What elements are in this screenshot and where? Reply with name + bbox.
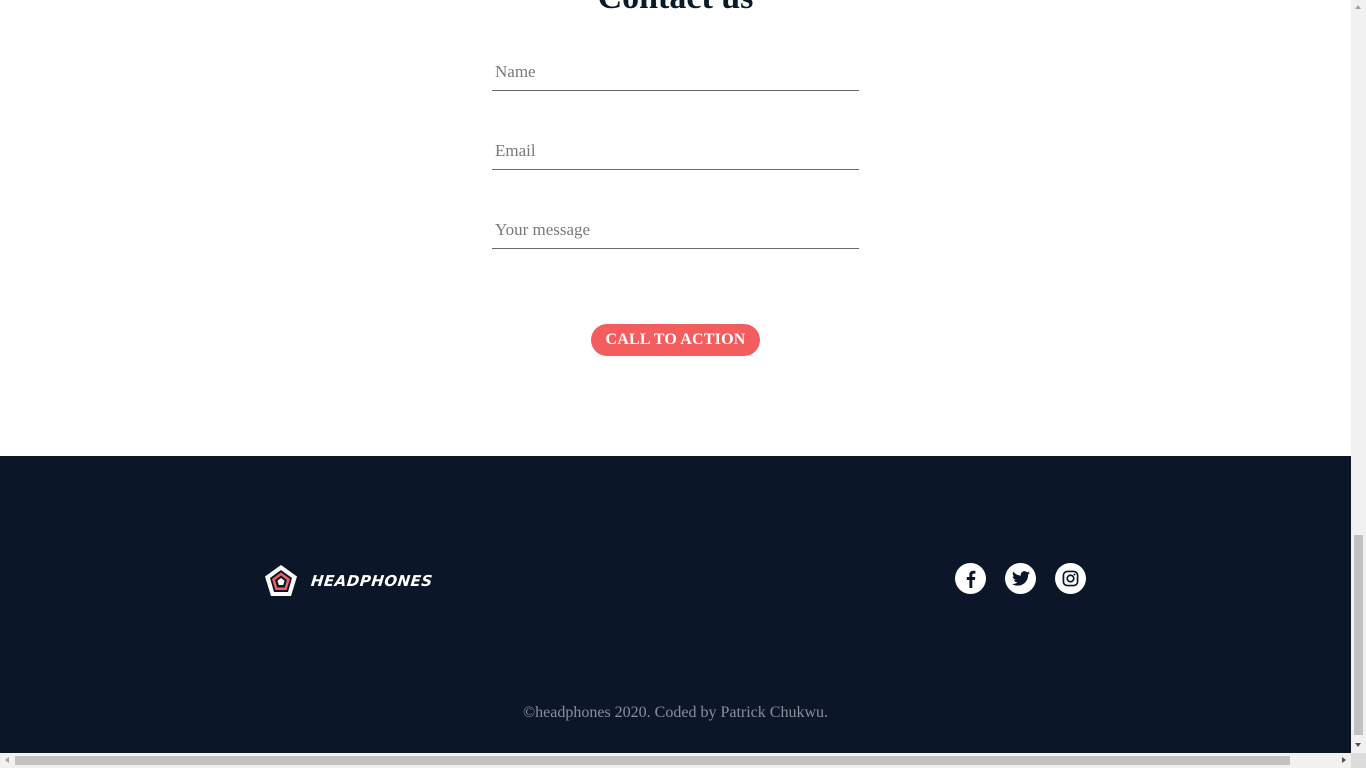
twitter-link[interactable] — [1005, 563, 1036, 594]
call-to-action-button[interactable]: CALL TO ACTION — [591, 324, 760, 356]
contact-title: Contact us — [0, 0, 1351, 18]
instagram-icon — [1062, 570, 1079, 587]
pentagon-logo-icon — [265, 565, 297, 596]
brand-logo-text: HEADPHONES — [310, 572, 434, 590]
facebook-link[interactable] — [955, 563, 986, 594]
horizontal-scrollbar-thumb[interactable] — [15, 756, 1290, 765]
scroll-left-arrow-icon[interactable] — [0, 753, 15, 768]
contact-section: Contact us CALL TO ACTION — [0, 0, 1351, 456]
vertical-scrollbar-thumb[interactable] — [1354, 535, 1363, 735]
email-input[interactable] — [492, 133, 859, 169]
twitter-icon — [1011, 571, 1030, 586]
name-input[interactable] — [492, 54, 859, 90]
scroll-right-arrow-icon[interactable] — [1336, 753, 1351, 768]
name-field-wrapper — [492, 54, 859, 91]
site-footer: HEADPHONES ©headphones 2020. Coded by Pa… — [0, 456, 1351, 753]
email-field-wrapper — [492, 133, 859, 170]
horizontal-scrollbar[interactable] — [0, 753, 1351, 768]
scroll-down-arrow-icon[interactable] — [1351, 738, 1366, 753]
vertical-scrollbar[interactable] — [1351, 0, 1366, 753]
scrollbar-corner — [1351, 753, 1366, 768]
message-field-wrapper — [492, 212, 859, 249]
message-input[interactable] — [492, 212, 859, 248]
copyright-text: ©headphones 2020. Coded by Patrick Chukw… — [522, 704, 828, 721]
facebook-icon — [966, 570, 975, 588]
instagram-link[interactable] — [1055, 563, 1086, 594]
brand-logo[interactable]: HEADPHONES — [264, 564, 434, 598]
page-viewport: Contact us CALL TO ACTION HEADPHONES — [0, 0, 1351, 753]
scroll-up-arrow-icon[interactable] — [1351, 0, 1366, 15]
